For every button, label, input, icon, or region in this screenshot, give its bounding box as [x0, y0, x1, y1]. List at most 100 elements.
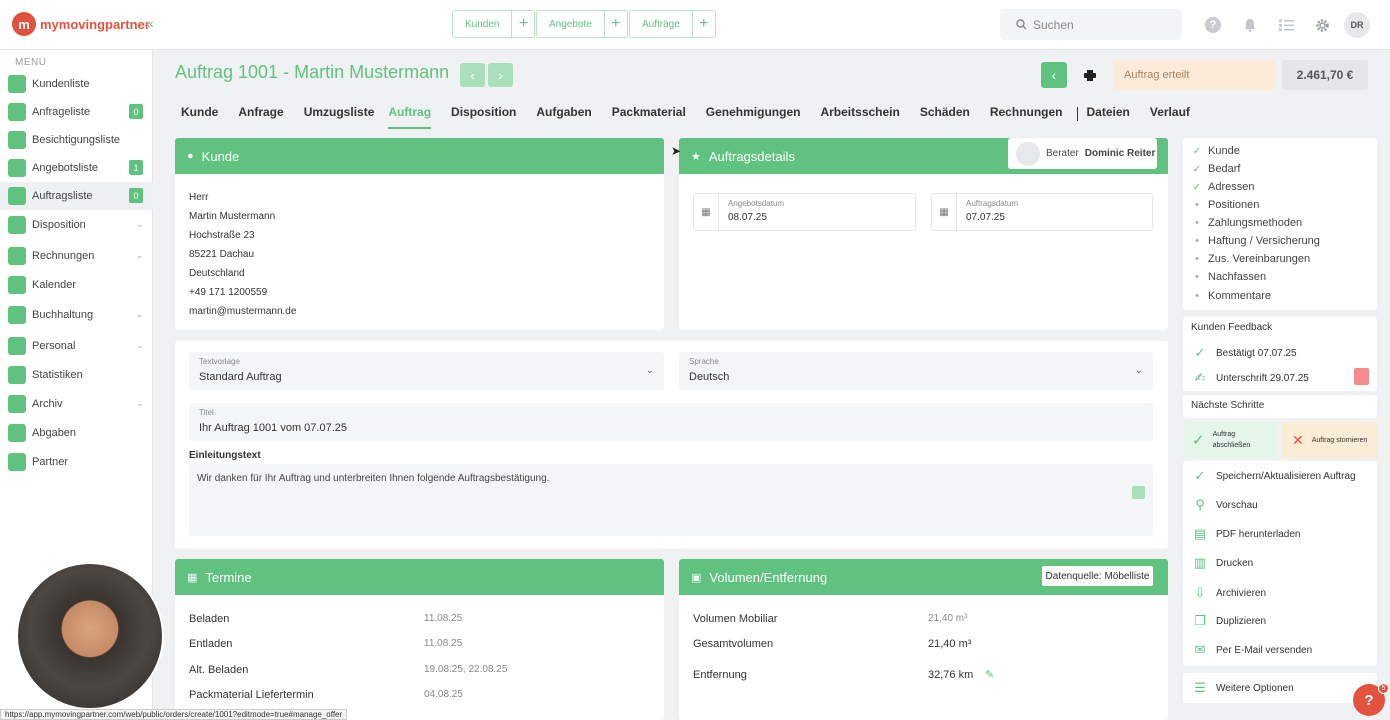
tab-auftrag[interactable]: Auftrag: [388, 105, 432, 129]
action-label: Duplizieren: [1216, 615, 1267, 627]
collapse-sidebar-icon[interactable]: «: [146, 15, 154, 31]
quick-auftraege-button[interactable]: Aufträge: [630, 11, 693, 37]
einleitung-textarea[interactable]: Wir danken für Ihr Auftrag und unterbrei…: [189, 464, 1153, 536]
print-button[interactable]: [1075, 62, 1105, 88]
checklist-item-haftung[interactable]: • Haftung / Versicherung: [1192, 235, 1320, 247]
feedback-signature[interactable]: ✍ Unterschrift 29.07.25: [1192, 370, 1309, 386]
duplicate-button[interactable]: ❐ Duplizieren: [1192, 613, 1266, 629]
print-action-button[interactable]: ▥ Drucken: [1192, 555, 1253, 571]
textvorlage-select[interactable]: Textvorlage Standard Auftrag ⌄: [189, 352, 664, 390]
sidebar-item-label: Anfrageliste: [32, 106, 91, 118]
auftragsdetails-card-title: Auftragsdetails: [708, 148, 795, 164]
statistics-icon: [8, 366, 26, 384]
customer-phone[interactable]: +49 171 1200559: [189, 283, 650, 302]
gear-icon[interactable]: [1312, 15, 1332, 35]
sidebar-item-archiv[interactable]: Archiv ⌄: [0, 390, 153, 418]
tab-arbeitsschein[interactable]: Arbeitsschein: [814, 105, 899, 129]
berater-chip[interactable]: Berater Dominic Reiter: [1008, 138, 1157, 169]
sidebar-item-besichtigungsliste[interactable]: Besichtigungsliste: [0, 126, 153, 154]
customer-email[interactable]: martin@mustermann.de: [189, 302, 650, 321]
add-kunde-icon[interactable]: +: [512, 11, 534, 37]
tab-packmaterial[interactable]: Packmaterial: [606, 105, 686, 129]
checklist-item-vereinbarungen[interactable]: • Zus. Vereinbarungen: [1192, 253, 1310, 265]
tab-kunde[interactable]: Kunde: [175, 105, 218, 129]
tab-schaeden[interactable]: Schäden: [914, 105, 970, 129]
tab-umzugsliste[interactable]: Umzugsliste: [298, 105, 375, 129]
next-order-button[interactable]: ›: [488, 63, 513, 87]
page-title: Auftrag 1001 - Martin Mustermann: [175, 62, 450, 82]
sidebar-item-statistiken[interactable]: Statistiken: [0, 361, 153, 389]
add-angebot-icon[interactable]: +: [605, 11, 627, 37]
help-icon: ?: [1205, 17, 1221, 33]
archive-button[interactable]: ⇩ Archivieren: [1192, 585, 1266, 601]
search-input[interactable]: Suchen: [1000, 9, 1182, 40]
action-label: Speichern/Aktualisieren Auftrag: [1216, 470, 1356, 482]
checklist-item-bedarf[interactable]: ✓ Bedarf: [1192, 163, 1241, 175]
tab-verlauf[interactable]: Verlauf: [1144, 105, 1190, 129]
tab-dateien[interactable]: Dateien: [1076, 105, 1130, 129]
email-button[interactable]: ✉ Per E-Mail versenden: [1192, 642, 1313, 658]
text-template-icon[interactable]: [1132, 486, 1145, 499]
trash-icon[interactable]: [1354, 368, 1369, 385]
order-amount: 2.461,70 €: [1282, 60, 1368, 90]
quick-kunden-button[interactable]: Kunden: [453, 11, 513, 37]
checklist-item-kunde[interactable]: ✓ Kunde: [1192, 145, 1240, 157]
sidebar-item-partner[interactable]: Partner: [0, 448, 153, 476]
titel-input[interactable]: Titel Ihr Auftrag 1001 vom 07.07.25: [189, 403, 1153, 441]
chevron-down-icon: ⌄: [136, 250, 144, 260]
angebotsdatum-field[interactable]: ▦ Angebotsdatum 08.07.25: [693, 193, 916, 231]
check-icon: ✓: [1194, 345, 1206, 360]
sidebar-item-angebotsliste[interactable]: Angebotsliste 1: [0, 154, 153, 182]
sidebar-item-buchhaltung[interactable]: Buchhaltung ⌄: [0, 301, 153, 329]
datenquelle-badge[interactable]: Datenquelle: Möbelliste: [1042, 566, 1153, 586]
checklist-item-zahlungsmethoden[interactable]: • Zahlungsmethoden: [1192, 217, 1302, 229]
tab-anfrage[interactable]: Anfrage: [232, 105, 283, 129]
tasks-icon[interactable]: [1276, 15, 1296, 35]
prev-order-button[interactable]: ‹: [460, 63, 485, 87]
auftragsdatum-field[interactable]: ▦ Auftragsdatum 07.07.25: [931, 193, 1153, 231]
kunde-card: ● Kunde Herr Martin Mustermann Hochstraß…: [175, 138, 664, 330]
pdf-download-button[interactable]: ▤ PDF herunterladen: [1192, 526, 1301, 542]
add-auftrag-icon[interactable]: +: [693, 11, 715, 37]
bell-icon[interactable]: [1240, 15, 1260, 35]
more-options-button[interactable]: ☰ Weitere Optionen: [1192, 680, 1293, 696]
back-button[interactable]: ‹: [1041, 62, 1067, 88]
sprache-select[interactable]: Sprache Deutsch ⌄: [679, 352, 1153, 390]
sidebar-item-personal[interactable]: Personal ⌄: [0, 332, 153, 360]
tab-aufgaben[interactable]: Aufgaben: [530, 105, 591, 129]
auftrag-abschliessen-button[interactable]: ✓ Auftrag abschließen: [1184, 422, 1277, 458]
checklist-label: Adressen: [1208, 181, 1255, 193]
save-button[interactable]: ✓ Speichern/Aktualisieren Auftrag: [1192, 468, 1356, 484]
help-button[interactable]: ?: [1203, 15, 1223, 35]
tab-disposition[interactable]: Disposition: [445, 105, 516, 129]
volumen-row-label: Entfernung: [693, 669, 747, 681]
checklist-label: Zus. Vereinbarungen: [1208, 253, 1311, 265]
preview-button[interactable]: ⚲ Vorschau: [1192, 497, 1257, 513]
sidebar-item-auftragsliste[interactable]: Auftragsliste 0: [0, 182, 153, 210]
sidebar-item-abgaben[interactable]: Abgaben: [0, 419, 153, 447]
checklist-label: Kommentare: [1208, 290, 1271, 302]
quick-angebote-button[interactable]: Angebote: [537, 11, 605, 37]
sidebar-item-anfrageliste[interactable]: Anfrageliste 0: [0, 98, 153, 126]
chevron-right-icon: ›: [498, 67, 503, 83]
search-placeholder: Suchen: [1033, 17, 1074, 32]
action-label: Drucken: [1216, 557, 1254, 569]
user-avatar[interactable]: DR: [1344, 12, 1370, 38]
edit-pencil-icon[interactable]: ✎: [985, 668, 994, 681]
checklist-item-adressen[interactable]: ✓ Adressen: [1192, 181, 1255, 193]
sidebar-item-disposition[interactable]: Disposition ⌄: [0, 211, 153, 239]
auftrag-stornieren-button[interactable]: ✕ Auftrag stornieren: [1282, 422, 1378, 458]
tab-genehmigungen[interactable]: Genehmigungen: [700, 105, 801, 129]
sidebar-item-kundenliste[interactable]: Kundenliste: [0, 70, 153, 98]
sidebar-item-label: Statistiken: [32, 369, 83, 381]
tab-rechnungen[interactable]: Rechnungen: [984, 105, 1063, 129]
customer-address: Herr Martin Mustermann Hochstraße 23 852…: [175, 174, 664, 335]
next-ok-label: Auftrag abschließen: [1213, 429, 1251, 451]
checklist-item-kommentare[interactable]: • Kommentare: [1192, 290, 1271, 302]
sprache-value: Deutsch: [689, 371, 730, 383]
sidebar-item-kalender[interactable]: Kalender: [0, 271, 153, 299]
checklist-item-positionen[interactable]: • Positionen: [1192, 199, 1259, 211]
sidebar-item-rechnungen[interactable]: Rechnungen ⌄: [0, 242, 153, 270]
brand-logo[interactable]: m mymovingpartner: [12, 12, 150, 36]
checklist-item-nachfassen[interactable]: • Nachfassen: [1192, 271, 1266, 283]
